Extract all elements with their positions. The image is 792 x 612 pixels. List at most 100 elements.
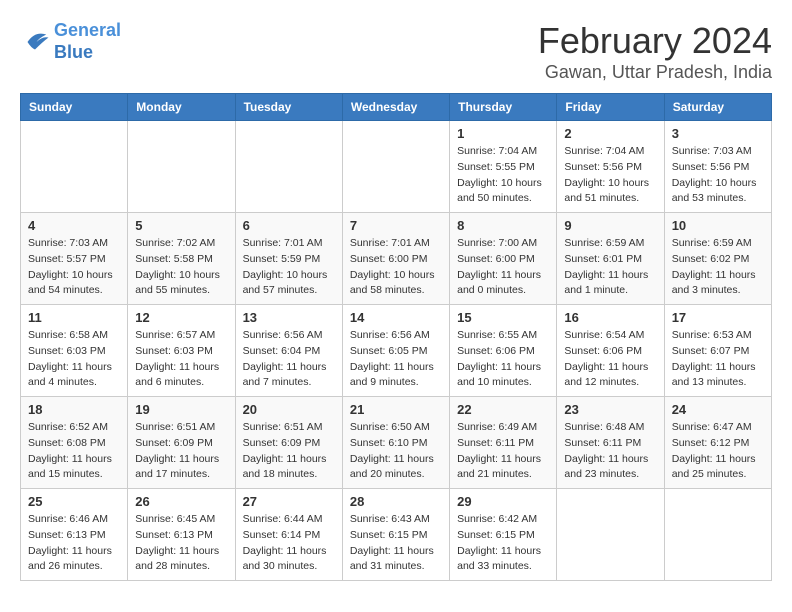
calendar-cell: 2Sunrise: 7:04 AMSunset: 5:56 PMDaylight… (557, 121, 664, 213)
header-cell-monday: Monday (128, 94, 235, 121)
day-number: 4 (28, 218, 120, 233)
day-number: 26 (135, 494, 227, 509)
day-info: Sunrise: 7:01 AMSunset: 6:00 PMDaylight:… (350, 236, 442, 299)
day-info: Sunrise: 6:59 AMSunset: 6:02 PMDaylight:… (672, 236, 764, 299)
calendar-cell: 26 Sunrise: 6:45 AMSunset: 6:13 PMDayligh… (128, 489, 235, 581)
day-info: Sunrise: 6:53 AMSunset: 6:07 PMDaylight:… (672, 328, 764, 391)
header-row: SundayMondayTuesdayWednesdayThursdayFrid… (21, 94, 772, 121)
day-info: Sunrise: 6:45 AMSunset: 6:13 PMDaylight:… (135, 512, 227, 575)
calendar-table: SundayMondayTuesdayWednesdayThursdayFrid… (20, 93, 772, 581)
calendar-cell: 6 Sunrise: 7:01 AMSunset: 5:59 PMDaylight… (235, 213, 342, 305)
calendar-cell: 29Sunrise: 6:42 AMSunset: 6:15 PMDayligh… (450, 489, 557, 581)
page-title: February 2024 (538, 20, 772, 62)
day-number: 24 (672, 402, 764, 417)
calendar-cell: 17 Sunrise: 6:53 AMSunset: 6:07 PMDayligh… (664, 305, 771, 397)
day-info: Sunrise: 6:49 AMSunset: 6:11 PMDaylight:… (457, 420, 549, 483)
day-number: 15 (457, 310, 549, 325)
day-number: 23 (564, 402, 656, 417)
calendar-cell: 14 Sunrise: 6:56 AMSunset: 6:05 PMDayligh… (342, 305, 449, 397)
day-number: 19 (135, 402, 227, 417)
calendar-cell: 24 Sunrise: 6:47 AMSunset: 6:12 PMDayligh… (664, 397, 771, 489)
calendar-cell (128, 121, 235, 213)
day-number: 22 (457, 402, 549, 417)
day-number: 13 (243, 310, 335, 325)
calendar-cell: 8 Sunrise: 7:00 AMSunset: 6:00 PMDaylight… (450, 213, 557, 305)
day-number: 20 (243, 402, 335, 417)
day-number: 8 (457, 218, 549, 233)
day-info: Sunrise: 7:00 AMSunset: 6:00 PMDaylight:… (457, 236, 549, 299)
day-info: Sunrise: 6:56 AMSunset: 6:05 PMDaylight:… (350, 328, 442, 391)
day-number: 21 (350, 402, 442, 417)
day-info: Sunrise: 6:54 AMSunset: 6:06 PMDaylight:… (564, 328, 656, 391)
page-subtitle: Gawan, Uttar Pradesh, India (538, 62, 772, 83)
calendar-cell (557, 489, 664, 581)
calendar-cell (21, 121, 128, 213)
calendar-cell: 7 Sunrise: 7:01 AMSunset: 6:00 PMDaylight… (342, 213, 449, 305)
calendar-cell: 3 Sunrise: 7:03 AMSunset: 5:56 PMDaylight… (664, 121, 771, 213)
day-number: 25 (28, 494, 120, 509)
calendar-cell (664, 489, 771, 581)
day-number: 3 (672, 126, 764, 141)
calendar-cell (342, 121, 449, 213)
calendar-cell: 18 Sunrise: 6:52 AMSunset: 6:08 PMDayligh… (21, 397, 128, 489)
calendar-cell: 27Sunrise: 6:44 AMSunset: 6:14 PMDayligh… (235, 489, 342, 581)
calendar-cell: 12 Sunrise: 6:57 AMSunset: 6:03 PMDayligh… (128, 305, 235, 397)
logo-text: General Blue (54, 20, 121, 63)
calendar-week-3: 11Sunrise: 6:58 AMSunset: 6:03 PMDayligh… (21, 305, 772, 397)
day-number: 12 (135, 310, 227, 325)
day-number: 18 (28, 402, 120, 417)
header-cell-friday: Friday (557, 94, 664, 121)
day-info: Sunrise: 6:44 AMSunset: 6:14 PMDaylight:… (243, 512, 335, 575)
calendar-cell: 15 Sunrise: 6:55 AMSunset: 6:06 PMDayligh… (450, 305, 557, 397)
calendar-cell: 13 Sunrise: 6:56 AMSunset: 6:04 PMDayligh… (235, 305, 342, 397)
calendar-week-1: 1 Sunrise: 7:04 AMSunset: 5:55 PMDaylight… (21, 121, 772, 213)
day-number: 16 (564, 310, 656, 325)
day-info: Sunrise: 6:50 AMSunset: 6:10 PMDaylight:… (350, 420, 442, 483)
calendar-cell: 1 Sunrise: 7:04 AMSunset: 5:55 PMDaylight… (450, 121, 557, 213)
page-header: General Blue February 2024 Gawan, Uttar … (20, 20, 772, 83)
calendar-cell: 28 Sunrise: 6:43 AMSunset: 6:15 PMDayligh… (342, 489, 449, 581)
day-number: 11 (28, 310, 120, 325)
day-info: Sunrise: 6:55 AMSunset: 6:06 PMDaylight:… (457, 328, 549, 391)
day-info: Sunrise: 6:56 AMSunset: 6:04 PMDaylight:… (243, 328, 335, 391)
calendar-cell: 25 Sunrise: 6:46 AMSunset: 6:13 PMDayligh… (21, 489, 128, 581)
day-number: 7 (350, 218, 442, 233)
day-info: Sunrise: 7:04 AMSunset: 5:55 PMDaylight:… (457, 144, 549, 207)
calendar-week-5: 25 Sunrise: 6:46 AMSunset: 6:13 PMDayligh… (21, 489, 772, 581)
header-cell-saturday: Saturday (664, 94, 771, 121)
header-cell-thursday: Thursday (450, 94, 557, 121)
day-number: 6 (243, 218, 335, 233)
calendar-cell: 16 Sunrise: 6:54 AMSunset: 6:06 PMDayligh… (557, 305, 664, 397)
day-info: Sunrise: 6:47 AMSunset: 6:12 PMDaylight:… (672, 420, 764, 483)
header-cell-sunday: Sunday (21, 94, 128, 121)
calendar-cell: 5Sunrise: 7:02 AMSunset: 5:58 PMDaylight… (128, 213, 235, 305)
day-info: Sunrise: 7:03 AMSunset: 5:57 PMDaylight:… (28, 236, 120, 299)
day-info: Sunrise: 6:48 AMSunset: 6:11 PMDaylight:… (564, 420, 656, 483)
day-number: 2 (564, 126, 656, 141)
title-block: February 2024 Gawan, Uttar Pradesh, Indi… (538, 20, 772, 83)
day-info: Sunrise: 6:59 AMSunset: 6:01 PMDaylight:… (564, 236, 656, 299)
day-number: 14 (350, 310, 442, 325)
day-number: 1 (457, 126, 549, 141)
calendar-week-2: 4 Sunrise: 7:03 AMSunset: 5:57 PMDaylight… (21, 213, 772, 305)
header-cell-tuesday: Tuesday (235, 94, 342, 121)
logo-icon (20, 27, 50, 57)
day-info: Sunrise: 6:46 AMSunset: 6:13 PMDaylight:… (28, 512, 120, 575)
day-info: Sunrise: 6:43 AMSunset: 6:15 PMDaylight:… (350, 512, 442, 575)
day-number: 9 (564, 218, 656, 233)
calendar-cell: 21 Sunrise: 6:50 AMSunset: 6:10 PMDayligh… (342, 397, 449, 489)
day-info: Sunrise: 7:01 AMSunset: 5:59 PMDaylight:… (243, 236, 335, 299)
calendar-cell (235, 121, 342, 213)
day-info: Sunrise: 6:52 AMSunset: 6:08 PMDaylight:… (28, 420, 120, 483)
day-info: Sunrise: 7:03 AMSunset: 5:56 PMDaylight:… (672, 144, 764, 207)
calendar-week-4: 18 Sunrise: 6:52 AMSunset: 6:08 PMDayligh… (21, 397, 772, 489)
day-number: 17 (672, 310, 764, 325)
calendar-cell: 20Sunrise: 6:51 AMSunset: 6:09 PMDayligh… (235, 397, 342, 489)
day-info: Sunrise: 6:57 AMSunset: 6:03 PMDaylight:… (135, 328, 227, 391)
day-info: Sunrise: 7:02 AMSunset: 5:58 PMDaylight:… (135, 236, 227, 299)
day-info: Sunrise: 6:51 AMSunset: 6:09 PMDaylight:… (135, 420, 227, 483)
day-number: 29 (457, 494, 549, 509)
day-number: 28 (350, 494, 442, 509)
calendar-cell: 11Sunrise: 6:58 AMSunset: 6:03 PMDayligh… (21, 305, 128, 397)
logo: General Blue (20, 20, 121, 63)
